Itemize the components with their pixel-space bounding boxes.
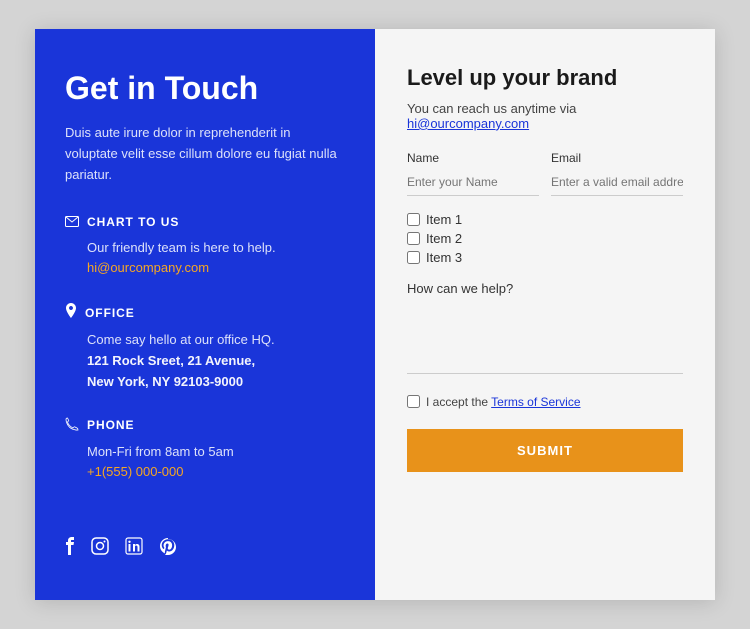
checkbox-item-2: Item 2 xyxy=(407,231,683,246)
reach-text: You can reach us anytime via hi@ourcompa… xyxy=(407,101,683,131)
chart-body: Our friendly team is here to help. hi@ou… xyxy=(65,238,345,280)
phone-section: PHONE Mon-Fri from 8am to 5am +1(555) 00… xyxy=(65,417,345,484)
email-input[interactable] xyxy=(551,169,683,196)
office-heading: OFFICE xyxy=(65,303,345,322)
name-group: Name xyxy=(407,151,539,196)
chart-heading: CHART TO US xyxy=(65,214,345,230)
main-container: Get in Touch Duis aute irure dolor in re… xyxy=(35,29,715,600)
terms-text: I accept the Terms of Service xyxy=(426,395,581,409)
message-wrapper xyxy=(407,304,683,379)
office-body: Come say hello at our office HQ. 121 Roc… xyxy=(65,330,345,392)
terms-checkbox[interactable] xyxy=(407,395,420,408)
office-section: OFFICE Come say hello at our office HQ. … xyxy=(65,303,345,392)
right-title: Level up your brand xyxy=(407,65,683,91)
name-input[interactable] xyxy=(407,169,539,196)
checkbox-label-1: Item 1 xyxy=(426,212,462,227)
checkbox-item-1: Item 1 xyxy=(407,212,683,227)
name-label: Name xyxy=(407,151,539,165)
reach-email-link[interactable]: hi@ourcompany.com xyxy=(407,116,529,131)
phone-number-link[interactable]: +1(555) 000-000 xyxy=(87,464,184,479)
chart-section: CHART TO US Our friendly team is here to… xyxy=(65,214,345,280)
location-icon xyxy=(65,303,77,322)
social-icons-row xyxy=(65,507,345,560)
checkbox-1[interactable] xyxy=(407,213,420,226)
pinterest-icon[interactable] xyxy=(159,537,177,560)
left-title: Get in Touch xyxy=(65,69,345,107)
phone-icon xyxy=(65,417,79,434)
terms-link[interactable]: Terms of Service xyxy=(491,395,580,409)
name-email-row: Name Email xyxy=(407,151,683,196)
checkbox-label-3: Item 3 xyxy=(426,250,462,265)
phone-heading: PHONE xyxy=(65,417,345,434)
email-icon xyxy=(65,214,79,230)
message-textarea[interactable] xyxy=(407,304,683,374)
checkbox-2[interactable] xyxy=(407,232,420,245)
email-group: Email xyxy=(551,151,683,196)
email-label: Email xyxy=(551,151,683,165)
checkbox-item-3: Item 3 xyxy=(407,250,683,265)
checkbox-label-2: Item 2 xyxy=(426,231,462,246)
chart-email-link[interactable]: hi@ourcompany.com xyxy=(87,260,209,275)
linkedin-icon[interactable] xyxy=(125,537,143,560)
terms-row: I accept the Terms of Service xyxy=(407,395,683,409)
left-description: Duis aute irure dolor in reprehenderit i… xyxy=(65,123,345,185)
left-panel: Get in Touch Duis aute irure dolor in re… xyxy=(35,29,375,600)
phone-body: Mon-Fri from 8am to 5am +1(555) 000-000 xyxy=(65,442,345,484)
how-help-label: How can we help? xyxy=(407,281,683,296)
checkbox-3[interactable] xyxy=(407,251,420,264)
instagram-icon[interactable] xyxy=(91,537,109,560)
submit-button[interactable]: SUBMIT xyxy=(407,429,683,472)
checkboxes-group: Item 1 Item 2 Item 3 xyxy=(407,212,683,265)
facebook-icon[interactable] xyxy=(65,537,75,560)
right-panel: Level up your brand You can reach us any… xyxy=(375,29,715,600)
